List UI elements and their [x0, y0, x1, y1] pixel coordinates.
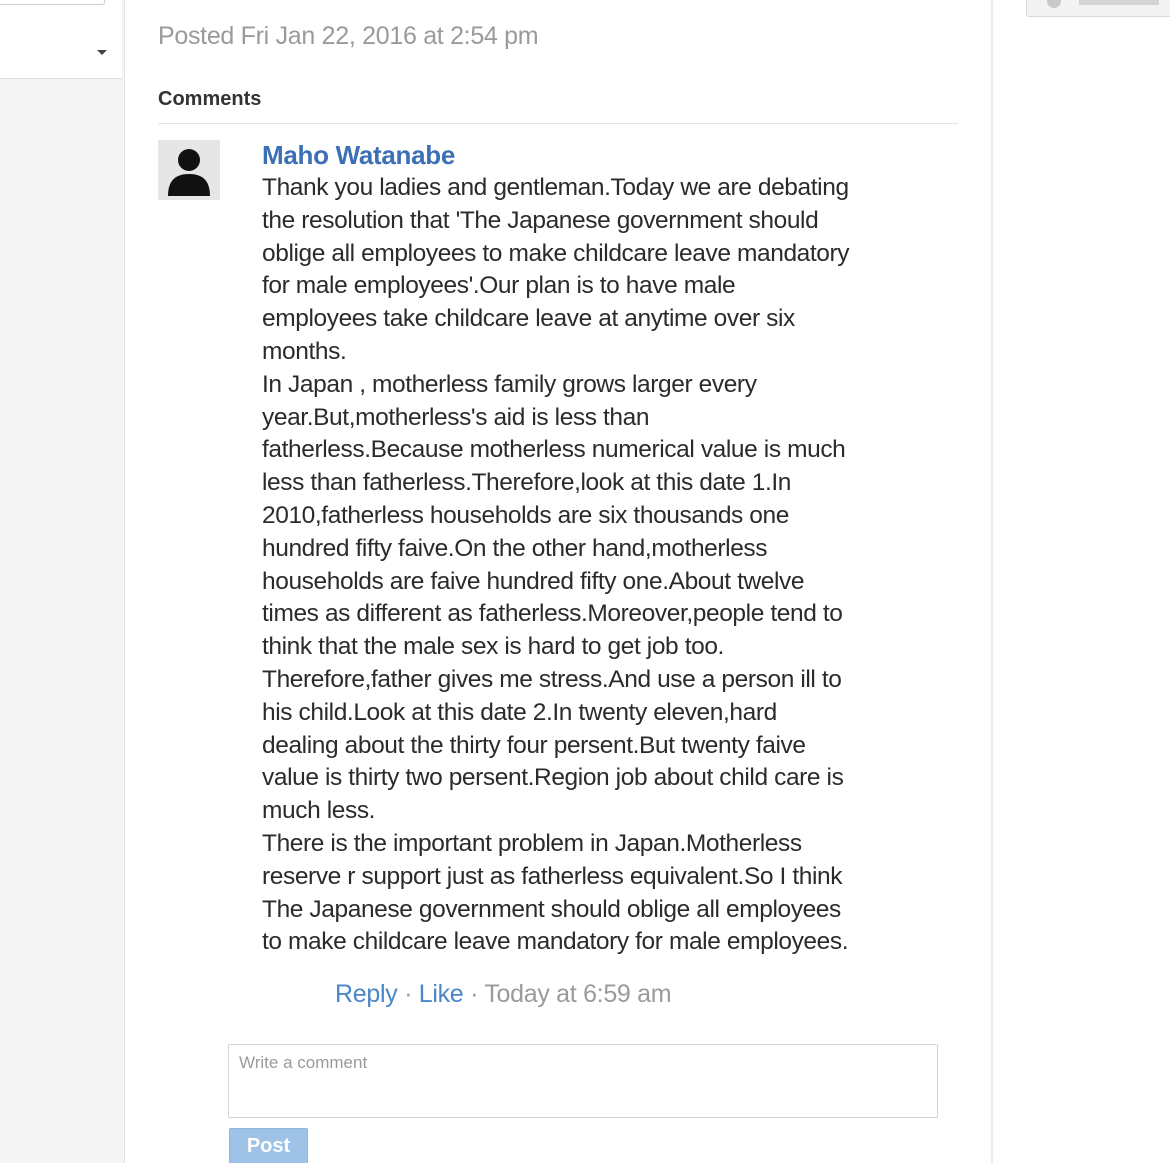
comment-text-line: value is thirty two persent.Region job a…	[262, 764, 844, 792]
sidebar-dropdown[interactable]	[0, 0, 122, 79]
user-silhouette-icon	[158, 140, 220, 200]
comment-timestamp: Today at 6:59 am	[484, 980, 672, 1008]
comment-text-line: reserve r support just as fatherless equ…	[262, 862, 843, 890]
action-separator: ·	[470, 980, 485, 1008]
comment-actions: Reply · Like · Today at 6:59 am	[335, 980, 672, 1009]
comment-text-line: to make childcare leave mandatory for ma…	[262, 928, 849, 956]
comments-heading: Comments	[158, 88, 262, 110]
comment-text-line: the resolution that 'The Japanese govern…	[262, 206, 819, 234]
post-button[interactable]: Post	[229, 1128, 308, 1163]
comment-text-line: Thank you ladies and gentleman.Today we …	[262, 174, 849, 201]
comment-text-line: less than fatherless.Therefore,look at t…	[262, 469, 791, 497]
right-column-divider	[991, 0, 993, 1163]
comment-text-line: for male employees'.Our plan is to have …	[262, 272, 736, 300]
comment-text-line: Therefore,father gives me stress.And use…	[262, 665, 842, 693]
comment-text-line: think that the male sex is hard to get j…	[262, 633, 724, 661]
comment-text-line: months.	[262, 337, 347, 365]
comment-text-line: In Japan , motherless family grows large…	[262, 370, 757, 398]
widget-icon	[1047, 0, 1061, 8]
comment-text-line: year.But,motherless's aid is less than	[262, 403, 650, 431]
comment-author-link[interactable]: Maho Watanabe	[262, 140, 455, 171]
comment-text-line: The Japanese government should oblige al…	[262, 895, 841, 923]
avatar[interactable]	[158, 140, 220, 200]
comment-text-line: oblige all employees to make childcare l…	[262, 239, 850, 267]
left-sidebar	[0, 0, 125, 1163]
comments-divider	[158, 123, 958, 124]
like-link[interactable]: Like	[419, 980, 464, 1008]
comment-text-line: times as different as fatherless.Moreove…	[262, 600, 843, 628]
right-widget-button[interactable]	[1026, 0, 1170, 17]
widget-label-cropped	[1079, 0, 1159, 5]
comment-text-line: employees take childcare leave at anytim…	[262, 305, 795, 333]
reply-link[interactable]: Reply	[335, 980, 398, 1008]
comment-text-line: much less.	[262, 797, 376, 825]
comment-text: Thank you ladies and gentleman.Today we …	[262, 172, 962, 959]
comment-text-line: households are faive hundred fifty one.A…	[262, 567, 805, 595]
comment-text-line: his child.Look at this date 2.In twenty …	[262, 698, 777, 726]
comment-text-line: fatherless.Because motherless numerical …	[262, 436, 846, 464]
comment-text-line: dealing about the thirty four persent.Bu…	[262, 731, 806, 759]
sidebar-top-box	[0, 0, 105, 5]
comment-text-line: hundred fifty faive.On the other hand,mo…	[262, 534, 768, 562]
comment-text-line: 2010,fatherless households are six thous…	[262, 501, 789, 529]
post-timestamp: Posted Fri Jan 22, 2016 at 2:54 pm	[158, 22, 539, 50]
comment-text-line: There is the important problem in Japan.…	[262, 829, 802, 857]
comment-input[interactable]	[228, 1044, 938, 1118]
action-separator: ·	[404, 980, 419, 1008]
chevron-down-icon[interactable]	[97, 50, 107, 55]
